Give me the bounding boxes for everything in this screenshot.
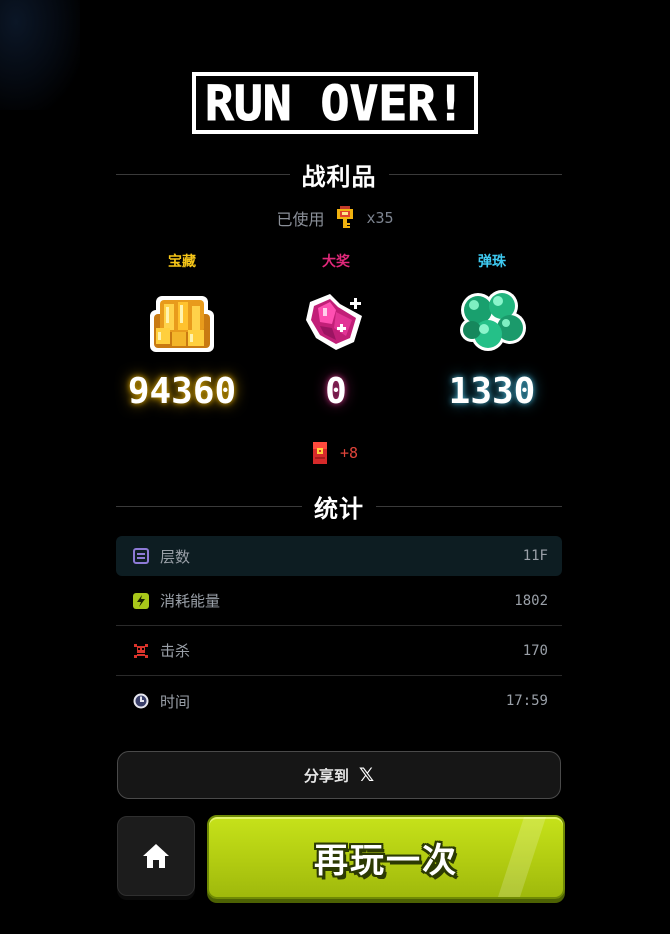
loot-value-marbles: 1330: [448, 371, 536, 412]
used-label: 已使用: [276, 210, 325, 229]
loot-name-marbles: 弹珠: [478, 254, 506, 270]
stats-section-heading: 统计: [116, 491, 562, 523]
play-again-button[interactable]: 再玩一次: [207, 815, 565, 899]
run-over-title: RUN OVER!: [192, 72, 478, 134]
button-shine: [498, 817, 546, 897]
divider-line-right: [388, 173, 562, 175]
clock-icon: [133, 693, 149, 709]
stat-value-energy: 1802: [514, 592, 548, 609]
play-again-label: 再玩一次: [314, 840, 458, 881]
loot-heading: 战利品: [301, 162, 377, 191]
loot-name-treasure: 宝藏: [168, 254, 196, 270]
used-count: x35: [366, 209, 394, 227]
divider-line-left: [116, 505, 302, 507]
gold-coins-icon: [150, 296, 214, 352]
stat-label-energy: 消耗能量: [160, 592, 221, 610]
stat-row-time: 时间 17:59: [116, 676, 562, 726]
title-container: RUN OVER!: [0, 72, 670, 138]
loot-treasure: 宝藏 94360: [112, 252, 252, 414]
x-logo-icon: 𝕏: [358, 763, 375, 786]
run-over-screen: RUN OVER! 战利品 已使用 x35 宝藏 94360 大奖 0 弹珠 1…: [0, 0, 670, 934]
loot-section-heading: 战利品: [116, 159, 562, 191]
divider-line-left: [116, 173, 290, 175]
loot-jackpot: 大奖 0: [266, 252, 406, 414]
stat-label-floors: 层数: [160, 547, 191, 566]
loot-marbles: 弹珠 1330: [422, 252, 562, 414]
keys-used-row: 已使用 x35: [0, 205, 670, 231]
stat-row-energy: 消耗能量 1802: [116, 576, 562, 626]
green-marbles-icon: [460, 290, 526, 351]
pink-crystal-icon: [306, 294, 362, 350]
loot-value-jackpot: 0: [325, 371, 347, 412]
share-to-x-button[interactable]: 分享到 𝕏: [117, 751, 561, 799]
bonus-text: +8: [339, 444, 359, 462]
stat-value-kills: 170: [522, 642, 548, 659]
stat-label-kills: 击杀: [160, 642, 191, 660]
bonus-row: +8: [0, 441, 670, 465]
energy-icon: [133, 592, 149, 609]
red-envelope-icon: [312, 442, 327, 464]
stat-value-floors: 11F: [522, 548, 548, 564]
golden-key-icon: [337, 206, 354, 228]
stats-heading: 统计: [314, 494, 364, 523]
kills-icon: [134, 643, 148, 658]
share-label: 分享到: [303, 766, 349, 785]
stat-value-time: 17:59: [505, 693, 548, 709]
stats-list: 层数 11F 消耗能量 1802 击杀 170 时间 17:59: [116, 536, 562, 726]
title-text: RUN OVER!: [205, 76, 465, 132]
stat-row-kills: 击杀 170: [116, 626, 562, 676]
divider-line-right: [376, 505, 562, 507]
loot-name-jackpot: 大奖: [322, 254, 350, 270]
stat-row-floors: 层数 11F: [116, 536, 562, 576]
home-button[interactable]: [117, 816, 195, 896]
stat-label-time: 时间: [160, 692, 191, 711]
home-icon: [143, 844, 169, 868]
floors-icon: [133, 548, 149, 564]
loot-value-treasure: 94360: [127, 371, 237, 412]
